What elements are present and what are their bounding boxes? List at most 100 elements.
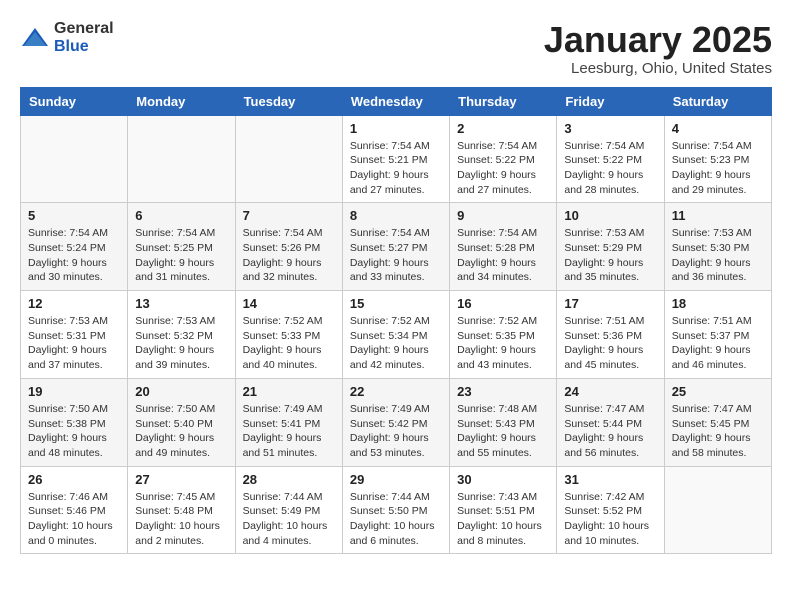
calendar-cell: 13 Sunrise: 7:53 AMSunset: 5:32 PMDayligh… [128, 291, 235, 379]
calendar-cell: 22 Sunrise: 7:49 AMSunset: 5:42 PMDayligh… [342, 378, 449, 466]
day-info: Sunrise: 7:51 AMSunset: 5:37 PMDaylight:… [672, 314, 764, 373]
day-info: Sunrise: 7:54 AMSunset: 5:23 PMDaylight:… [672, 139, 764, 198]
calendar-cell: 15Sunrise: 7:52 AMSunset: 5:34 PMDayligh… [342, 291, 449, 379]
day-info: Sunrise: 7:46 AMSunset: 5:46 PMDaylight:… [28, 490, 120, 549]
day-number: 27 [135, 472, 227, 487]
day-number: 10 [564, 208, 656, 223]
calendar-cell: 1Sunrise: 7:54 AMSunset: 5:21 PMDaylight… [342, 115, 449, 203]
calendar-cell: 10 Sunrise: 7:53 AMSunset: 5:29 PMDayligh… [557, 203, 664, 291]
day-info: Sunrise: 7:53 AMSunset: 5:30 PMDaylight:… [672, 226, 764, 285]
day-number: 25 [672, 384, 764, 399]
calendar-cell: 2 Sunrise: 7:54 AMSunset: 5:22 PMDaylight… [450, 115, 557, 203]
day-number: 21 [243, 384, 335, 399]
day-info: Sunrise: 7:54 AMSunset: 5:25 PMDaylight:… [135, 226, 227, 285]
day-info: Sunrise: 7:54 AMSunset: 5:26 PMDaylight:… [243, 226, 335, 285]
day-number: 12 [28, 296, 120, 311]
calendar-cell: 18 Sunrise: 7:51 AMSunset: 5:37 PMDayligh… [664, 291, 771, 379]
day-info: Sunrise: 7:47 AMSunset: 5:45 PMDaylight:… [672, 402, 764, 461]
day-number: 9 [457, 208, 549, 223]
week-row-5: 26 Sunrise: 7:46 AMSunset: 5:46 PMDayligh… [21, 466, 772, 554]
calendar-cell: 9Sunrise: 7:54 AMSunset: 5:28 PMDaylight… [450, 203, 557, 291]
day-number: 14 [243, 296, 335, 311]
day-number: 18 [672, 296, 764, 311]
day-number: 11 [672, 208, 764, 223]
calendar-cell: 31Sunrise: 7:42 AMSunset: 5:52 PMDayligh… [557, 466, 664, 554]
day-info: Sunrise: 7:49 AMSunset: 5:41 PMDaylight:… [243, 402, 335, 461]
location-title: Leesburg, Ohio, United States [544, 60, 772, 77]
calendar-cell: 16Sunrise: 7:52 AMSunset: 5:35 PMDayligh… [450, 291, 557, 379]
day-info: Sunrise: 7:50 AMSunset: 5:40 PMDaylight:… [135, 402, 227, 461]
day-info: Sunrise: 7:44 AMSunset: 5:50 PMDaylight:… [350, 490, 442, 549]
day-info: Sunrise: 7:49 AMSunset: 5:42 PMDaylight:… [350, 402, 442, 461]
calendar-table: SundayMondayTuesdayWednesdayThursdayFrid… [20, 87, 772, 555]
calendar-cell: 7 Sunrise: 7:54 AMSunset: 5:26 PMDaylight… [235, 203, 342, 291]
week-row-2: 5Sunrise: 7:54 AMSunset: 5:24 PMDaylight… [21, 203, 772, 291]
day-info: Sunrise: 7:54 AMSunset: 5:22 PMDaylight:… [457, 139, 549, 198]
calendar-cell: 23 Sunrise: 7:48 AMSunset: 5:43 PMDayligh… [450, 378, 557, 466]
week-row-4: 19 Sunrise: 7:50 AMSunset: 5:38 PMDayligh… [21, 378, 772, 466]
calendar-cell: 12 Sunrise: 7:53 AMSunset: 5:31 PMDayligh… [21, 291, 128, 379]
calendar-cell: 11 Sunrise: 7:53 AMSunset: 5:30 PMDayligh… [664, 203, 771, 291]
weekday-header-monday: Monday [128, 87, 235, 115]
day-info: Sunrise: 7:50 AMSunset: 5:38 PMDaylight:… [28, 402, 120, 461]
day-info: Sunrise: 7:53 AMSunset: 5:32 PMDaylight:… [135, 314, 227, 373]
logo-icon [20, 26, 50, 50]
calendar-cell [235, 115, 342, 203]
weekday-header-friday: Friday [557, 87, 664, 115]
day-number: 2 [457, 121, 549, 136]
calendar-header: SundayMondayTuesdayWednesdayThursdayFrid… [21, 87, 772, 115]
calendar-body: 1Sunrise: 7:54 AMSunset: 5:21 PMDaylight… [21, 115, 772, 554]
logo: General Blue [20, 20, 114, 56]
day-number: 19 [28, 384, 120, 399]
calendar-cell: 20 Sunrise: 7:50 AMSunset: 5:40 PMDayligh… [128, 378, 235, 466]
weekday-header-sunday: Sunday [21, 87, 128, 115]
day-number: 29 [350, 472, 442, 487]
weekday-header-tuesday: Tuesday [235, 87, 342, 115]
calendar-cell [128, 115, 235, 203]
calendar-cell: 26 Sunrise: 7:46 AMSunset: 5:46 PMDayligh… [21, 466, 128, 554]
day-number: 3 [564, 121, 656, 136]
calendar-cell: 29 Sunrise: 7:44 AMSunset: 5:50 PMDayligh… [342, 466, 449, 554]
day-number: 13 [135, 296, 227, 311]
day-number: 28 [243, 472, 335, 487]
weekday-header-thursday: Thursday [450, 87, 557, 115]
day-number: 20 [135, 384, 227, 399]
calendar-cell: 14 Sunrise: 7:52 AMSunset: 5:33 PMDayligh… [235, 291, 342, 379]
logo-general: General [54, 20, 114, 37]
day-number: 26 [28, 472, 120, 487]
day-info: Sunrise: 7:53 AMSunset: 5:29 PMDaylight:… [564, 226, 656, 285]
day-info: Sunrise: 7:47 AMSunset: 5:44 PMDaylight:… [564, 402, 656, 461]
weekday-header-row: SundayMondayTuesdayWednesdayThursdayFrid… [21, 87, 772, 115]
calendar-cell: 4Sunrise: 7:54 AMSunset: 5:23 PMDaylight… [664, 115, 771, 203]
day-info: Sunrise: 7:52 AMSunset: 5:33 PMDaylight:… [243, 314, 335, 373]
month-title: January 2025 [544, 20, 772, 60]
day-info: Sunrise: 7:53 AMSunset: 5:31 PMDaylight:… [28, 314, 120, 373]
calendar-cell: 5Sunrise: 7:54 AMSunset: 5:24 PMDaylight… [21, 203, 128, 291]
day-number: 17 [564, 296, 656, 311]
week-row-1: 1Sunrise: 7:54 AMSunset: 5:21 PMDaylight… [21, 115, 772, 203]
day-number: 23 [457, 384, 549, 399]
day-info: Sunrise: 7:54 AMSunset: 5:22 PMDaylight:… [564, 139, 656, 198]
day-number: 15 [350, 296, 442, 311]
day-info: Sunrise: 7:54 AMSunset: 5:24 PMDaylight:… [28, 226, 120, 285]
calendar-cell: 21 Sunrise: 7:49 AMSunset: 5:41 PMDayligh… [235, 378, 342, 466]
day-number: 6 [135, 208, 227, 223]
day-number: 30 [457, 472, 549, 487]
day-number: 7 [243, 208, 335, 223]
day-info: Sunrise: 7:45 AMSunset: 5:48 PMDaylight:… [135, 490, 227, 549]
calendar-cell: 8 Sunrise: 7:54 AMSunset: 5:27 PMDaylight… [342, 203, 449, 291]
day-info: Sunrise: 7:51 AMSunset: 5:36 PMDaylight:… [564, 314, 656, 373]
day-info: Sunrise: 7:48 AMSunset: 5:43 PMDaylight:… [457, 402, 549, 461]
calendar-cell: 6 Sunrise: 7:54 AMSunset: 5:25 PMDaylight… [128, 203, 235, 291]
day-number: 31 [564, 472, 656, 487]
day-number: 8 [350, 208, 442, 223]
day-number: 22 [350, 384, 442, 399]
calendar-cell: 27 Sunrise: 7:45 AMSunset: 5:48 PMDayligh… [128, 466, 235, 554]
day-info: Sunrise: 7:54 AMSunset: 5:27 PMDaylight:… [350, 226, 442, 285]
day-info: Sunrise: 7:54 AMSunset: 5:21 PMDaylight:… [350, 139, 442, 198]
calendar-cell: 3 Sunrise: 7:54 AMSunset: 5:22 PMDaylight… [557, 115, 664, 203]
weekday-header-wednesday: Wednesday [342, 87, 449, 115]
calendar-cell: 17 Sunrise: 7:51 AMSunset: 5:36 PMDayligh… [557, 291, 664, 379]
day-number: 16 [457, 296, 549, 311]
weekday-header-saturday: Saturday [664, 87, 771, 115]
